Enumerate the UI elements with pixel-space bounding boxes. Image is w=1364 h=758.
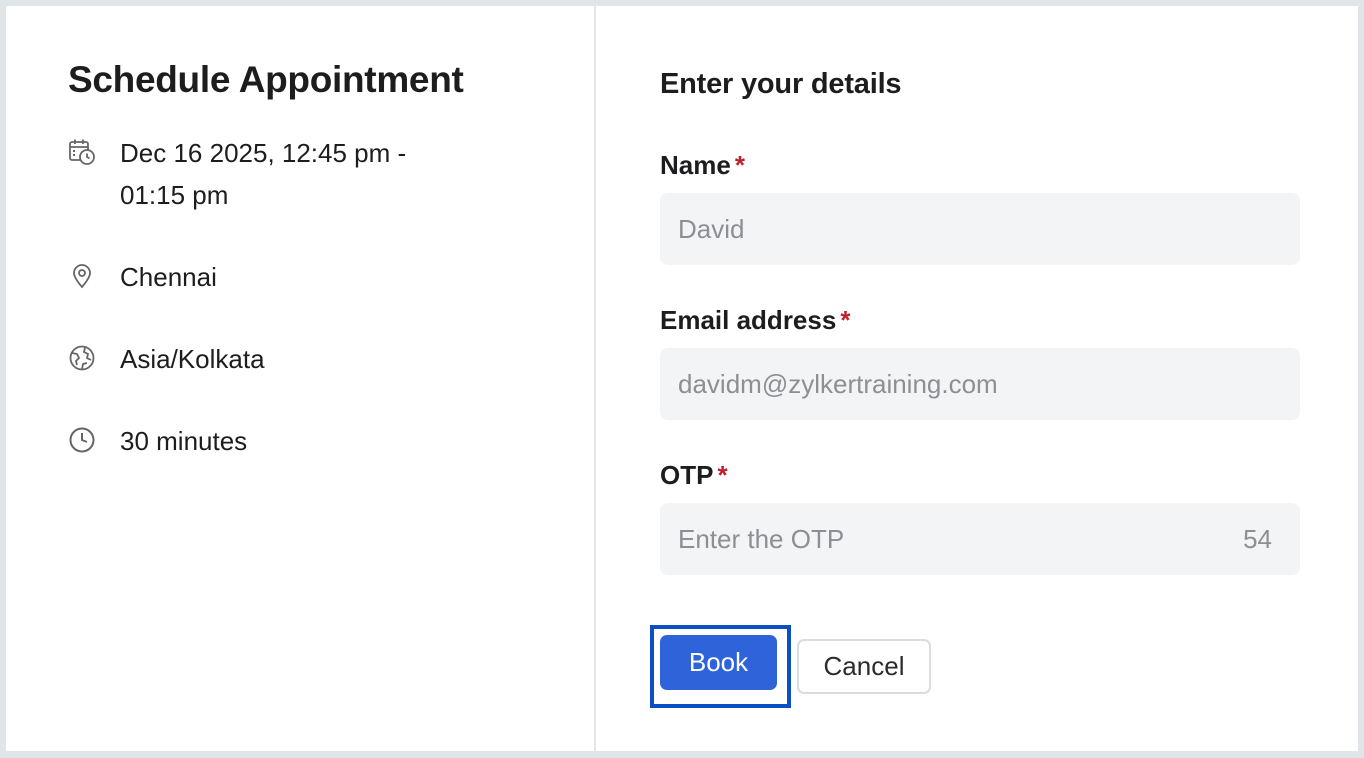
form-actions: Book Cancel (650, 625, 931, 708)
location-pin-icon (68, 262, 96, 290)
required-asterisk: * (840, 305, 851, 335)
otp-field-group: OTP* 54 (660, 459, 1300, 575)
appointment-location: Chennai (68, 256, 594, 298)
globe-icon (68, 344, 96, 372)
appointment-timezone-text: Asia/Kolkata (120, 344, 265, 374)
book-button-focus-ring: Book (650, 625, 791, 708)
appointment-card: Schedule Appointment Dec 16 2025, 12:45 … (6, 6, 1358, 751)
otp-countdown-timer: 54 (1243, 524, 1272, 554)
name-field-group: Name * (660, 149, 1300, 265)
required-asterisk: * (734, 150, 745, 180)
page-title: Schedule Appointment (68, 59, 464, 100)
otp-input[interactable] (660, 503, 1300, 575)
cancel-button[interactable]: Cancel (797, 639, 931, 694)
appointment-summary-panel: Schedule Appointment Dec 16 2025, 12:45 … (6, 6, 596, 751)
name-input[interactable] (660, 193, 1300, 265)
book-button[interactable]: Book (660, 635, 777, 690)
clock-icon (68, 426, 96, 454)
appointment-location-text: Chennai (120, 262, 217, 292)
email-input[interactable] (660, 348, 1300, 420)
calendar-clock-icon (68, 138, 96, 166)
name-label: Name * (660, 150, 745, 180)
appointment-datetime: Dec 16 2025, 12:45 pm - 01:15 pm (68, 132, 594, 216)
email-field-group: Email address * (660, 304, 1300, 420)
otp-label: OTP * (660, 460, 728, 490)
appointment-timezone: Asia/Kolkata (68, 338, 594, 380)
appointment-datetime-text: Dec 16 2025, 12:45 pm - 01:15 pm (120, 138, 407, 210)
form-title: Enter your details (660, 68, 902, 100)
email-label: Email address * (660, 305, 851, 335)
appointment-duration-text: 30 minutes (120, 426, 248, 456)
details-form-panel: Enter your details Name* Email address* … (596, 6, 1358, 751)
appointment-details-list: Dec 16 2025, 12:45 pm - 01:15 pm Chennai (68, 132, 594, 462)
appointment-duration: 30 minutes (68, 420, 594, 462)
required-asterisk: * (717, 460, 728, 490)
